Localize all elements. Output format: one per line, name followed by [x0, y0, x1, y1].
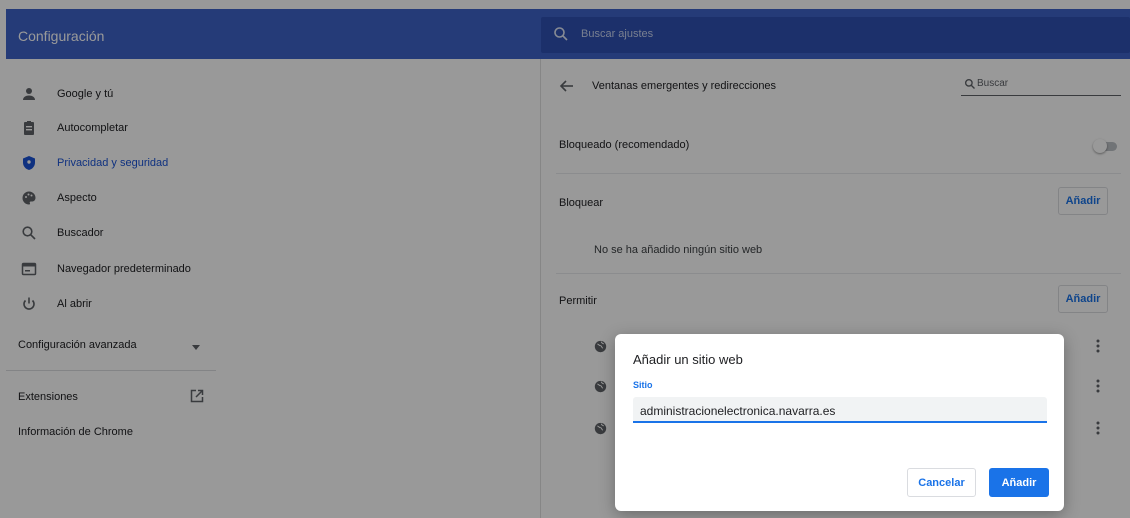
site-field-label: Sitio: [633, 380, 653, 390]
add-site-dialog: Añadir un sitio web Sitio Cancelar Añadi…: [615, 334, 1064, 511]
dialog-title: Añadir un sitio web: [633, 352, 743, 367]
cancel-button[interactable]: Cancelar: [907, 468, 976, 497]
site-url-input[interactable]: [633, 397, 1047, 423]
add-button[interactable]: Añadir: [989, 468, 1049, 497]
